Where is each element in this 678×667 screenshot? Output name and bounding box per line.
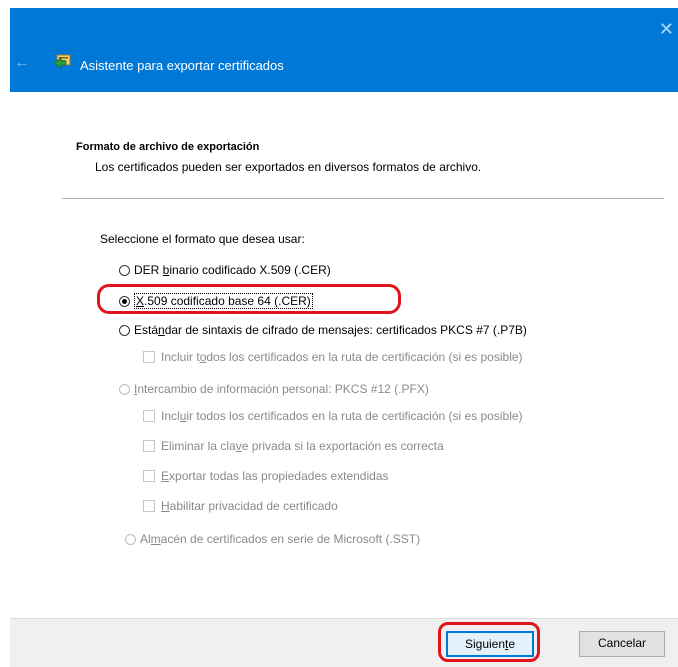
radio-pkcs7[interactable]: Estándar de sintaxis de cifrado de mensa… [119,323,527,337]
checkbox-pkcs7-include-all-label: Incluir todos los certificados en la rut… [161,350,523,364]
close-icon[interactable]: ✕ [659,20,674,38]
checkbox-pfx-include-all-label: Incluir todos los certificados en la rut… [161,409,523,423]
radio-pkcs7-circle[interactable] [119,324,130,336]
radio-sst[interactable]: Almacén de certificados en serie de Micr… [125,532,420,546]
cancel-button[interactable]: Cancelar [579,631,665,657]
checkbox-pkcs7-include-all[interactable]: Incluir todos los certificados en la rut… [143,350,523,364]
annotation-highlight-base64 [97,284,401,314]
radio-pfx-circle[interactable] [119,383,130,395]
page-title: Formato de archivo de exportación [76,141,260,153]
radio-der-binary-label: DER binario codificado X.509 (.CER) [134,263,331,277]
checkbox-pfx-export-props-box[interactable] [143,470,155,482]
radio-der-binary[interactable]: DER binario codificado X.509 (.CER) [119,263,331,277]
checkbox-pfx-privacy-box[interactable] [143,500,155,512]
annotation-highlight-next [438,622,540,662]
checkbox-pfx-privacy[interactable]: Habilitar privacidad de certificado [143,499,338,513]
checkbox-pfx-export-props[interactable]: Exportar todas las propiedades extendida… [143,469,389,483]
checkbox-pfx-include-all-box[interactable] [143,410,155,422]
checkbox-pfx-privacy-label: Habilitar privacidad de certificado [161,499,338,513]
header-divider [62,198,664,199]
footer-bar [10,618,678,667]
radio-pfx-label: Intercambio de información personal: PKC… [134,382,429,396]
wizard-title: Asistente para exportar certificados [80,58,284,73]
checkbox-pfx-include-all[interactable]: Incluir todos los certificados en la rut… [143,409,523,423]
checkbox-pfx-delete-key[interactable]: Eliminar la clave privada si la exportac… [143,439,444,453]
checkbox-pkcs7-include-all-box[interactable] [143,351,155,363]
back-arrow-icon[interactable]: ← [14,55,30,71]
radio-pfx[interactable]: Intercambio de información personal: PKC… [119,382,429,396]
certificate-icon [53,54,71,69]
checkbox-pfx-delete-key-box[interactable] [143,440,155,452]
radio-sst-label: Almacén de certificados en serie de Micr… [140,532,421,546]
radio-der-binary-circle[interactable] [119,264,130,276]
wizard-window: ✕ ← Asistente para exportar certificados… [0,0,678,667]
radio-pkcs7-label: Estándar de sintaxis de cifrado de mensa… [134,323,527,337]
format-prompt: Seleccione el formato que desea usar: [100,232,305,246]
radio-sst-circle[interactable] [125,533,136,545]
checkbox-pfx-delete-key-label: Eliminar la clave privada si la exportac… [161,439,444,453]
checkbox-pfx-export-props-label: Exportar todas las propiedades extendida… [161,469,389,483]
title-bar: ✕ [10,8,678,92]
page-subtitle: Los certificados pueden ser exportados e… [95,160,482,174]
